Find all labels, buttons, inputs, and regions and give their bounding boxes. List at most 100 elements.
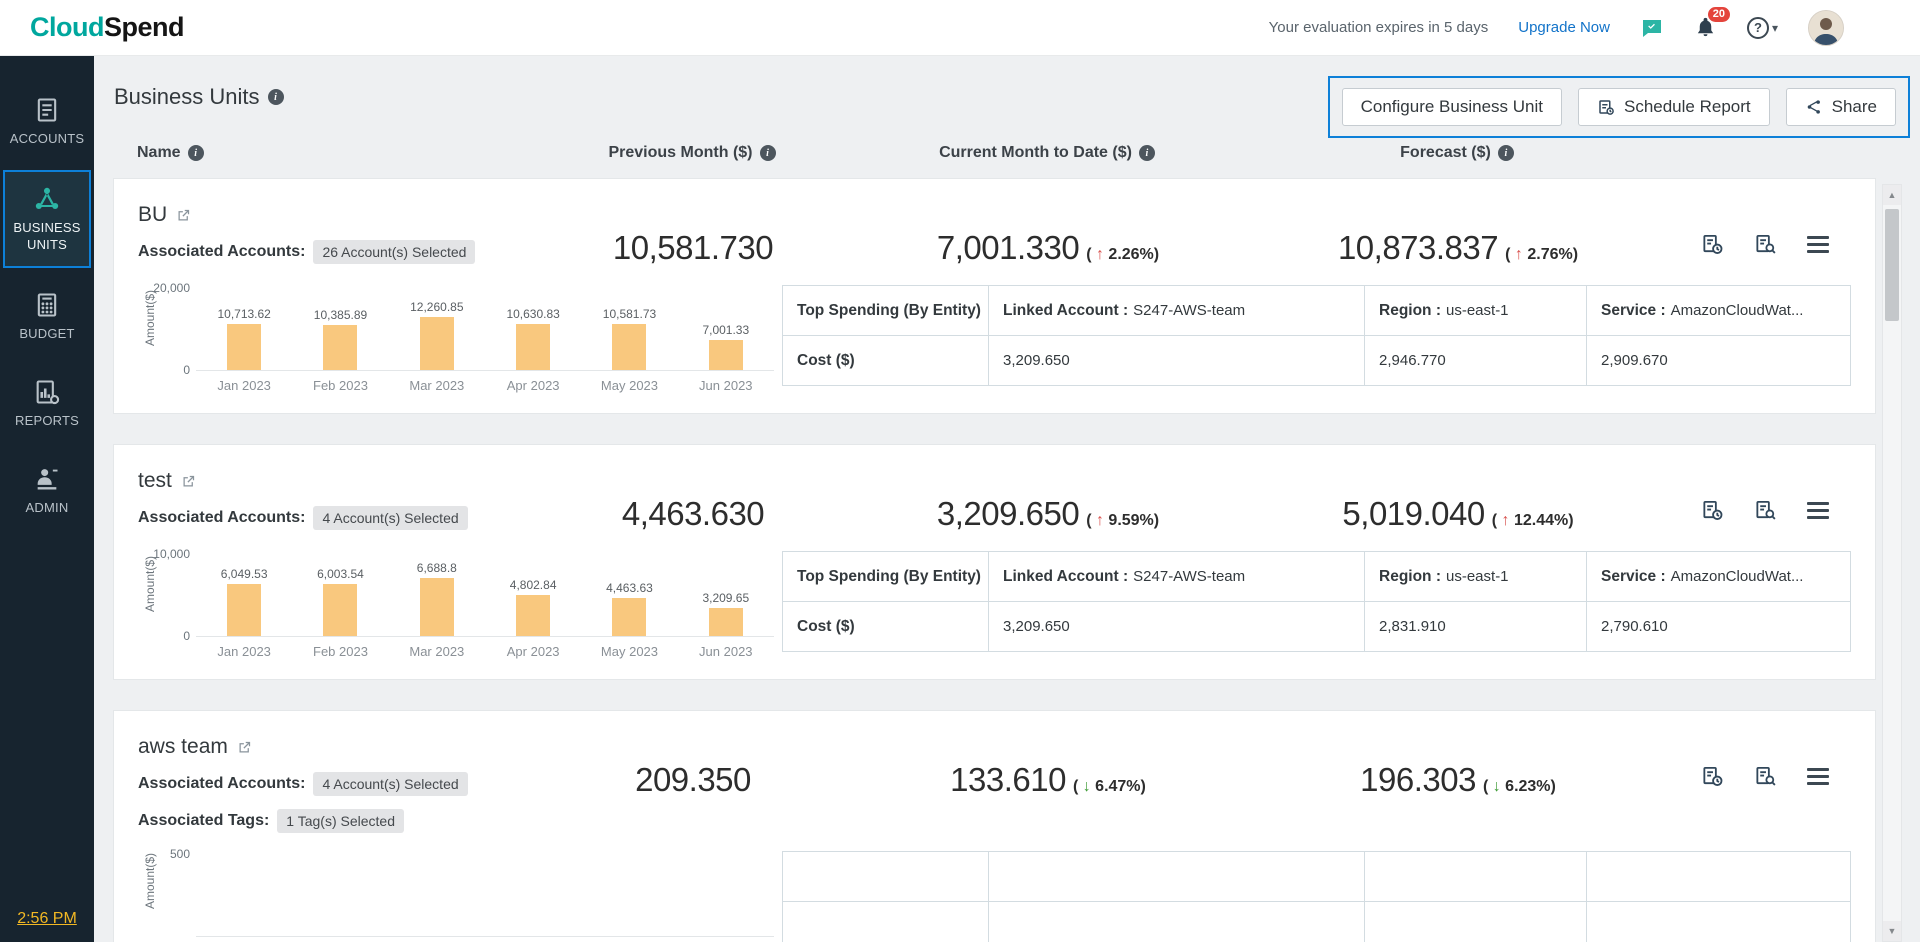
entity-header-cell: Service :AmazonCloudWat...: [1587, 286, 1851, 336]
chart-bar: [516, 324, 550, 370]
cost-value-cell: 2,790.610: [1587, 602, 1851, 652]
associated-tags-label: Associated Tags:: [138, 812, 269, 830]
chart-value-label: 6,049.53: [221, 567, 268, 581]
card-menu-icon[interactable]: [1807, 765, 1829, 788]
chart-value-label: 4,463.63: [606, 581, 653, 595]
accounts-selected-badge[interactable]: 4 Account(s) Selected: [313, 772, 467, 796]
entity-header-cell: Linked Account :S247-AWS-team: [989, 286, 1365, 336]
sidebar-item-business-units[interactable]: BUSINESS UNITS: [3, 170, 91, 268]
schedule-export-icon[interactable]: [1701, 233, 1724, 256]
cost-value-cell: 2,909.670: [1587, 336, 1851, 386]
upgrade-now-link[interactable]: Upgrade Now: [1518, 19, 1610, 36]
notifications-bell-icon[interactable]: 20: [1694, 16, 1717, 39]
entity-header-cell: Region :us-east-1: [1365, 286, 1587, 336]
logo-cloud: Cloud: [30, 12, 104, 42]
trend-down-icon: ↓: [1083, 778, 1091, 795]
business-unit-name[interactable]: aws team: [138, 735, 228, 759]
sidebar-item-accounts[interactable]: ACCOUNTS: [3, 83, 91, 160]
column-name: Name: [137, 144, 181, 162]
external-link-icon[interactable]: [176, 208, 191, 223]
business-unit-name[interactable]: BU: [138, 203, 167, 227]
help-menu[interactable]: ? ▾: [1747, 17, 1778, 39]
business-units-list: BU Associated Accounts: 26 Account(s) Se…: [113, 178, 1876, 942]
column-previous-month-info-icon[interactable]: i: [760, 145, 776, 161]
column-forecast-info-icon[interactable]: i: [1498, 145, 1514, 161]
view-report-icon[interactable]: [1754, 233, 1777, 256]
column-current-month-info-icon[interactable]: i: [1139, 145, 1155, 161]
schedule-export-icon[interactable]: [1701, 765, 1724, 788]
view-report-icon[interactable]: [1754, 765, 1777, 788]
notification-count-badge: 20: [1708, 7, 1730, 22]
chart-x-label: Jan 2023: [196, 637, 292, 659]
trend-up-icon: ↑: [1096, 512, 1104, 529]
business-unit-name[interactable]: test: [138, 469, 172, 493]
scrollbar[interactable]: ▲ ▼: [1882, 184, 1902, 942]
column-forecast: Forecast ($): [1400, 144, 1491, 162]
sidebar-item-reports[interactable]: REPORTS: [3, 365, 91, 442]
chart-y-min-tick: 0: [183, 363, 190, 377]
chart-value-label: 7,001.33: [702, 323, 749, 337]
empty-cell: [989, 902, 1365, 942]
chart-value-label: 10,713.62: [217, 307, 270, 321]
chart-bar: [612, 598, 646, 636]
card-menu-icon[interactable]: [1807, 499, 1829, 522]
chart-x-label: Mar 2023: [389, 637, 485, 659]
feedback-chat-icon[interactable]: [1640, 16, 1664, 40]
scroll-down-button[interactable]: ▼: [1883, 921, 1901, 941]
forecast-change: ( ↑ 2.76%): [1505, 246, 1578, 264]
top-spending-table: Top Spending (By Entity)Linked Account :…: [782, 551, 1851, 652]
share-icon: [1805, 98, 1823, 116]
sidebar-item-budget[interactable]: BUDGET: [3, 278, 91, 355]
user-avatar[interactable]: [1808, 10, 1844, 46]
chevron-down-icon: ▾: [1772, 21, 1778, 35]
configure-business-unit-button[interactable]: Configure Business Unit: [1342, 88, 1562, 126]
current-month-change: ( ↑ 2.26%): [1086, 246, 1159, 264]
associated-accounts-label: Associated Accounts:: [138, 509, 305, 527]
business-unit-card: test Associated Accounts: 4 Account(s) S…: [113, 444, 1876, 680]
cost-value-cell: 3,209.650: [989, 602, 1365, 652]
external-link-icon[interactable]: [181, 474, 196, 489]
chart-y-max-tick: 500: [170, 847, 190, 861]
view-report-icon[interactable]: [1754, 499, 1777, 522]
page-title-info-icon[interactable]: i: [268, 89, 284, 105]
page-actions-highlight-box: Configure Business Unit Schedule Report …: [1328, 76, 1910, 138]
associated-accounts-label: Associated Accounts:: [138, 243, 305, 261]
accounts-icon: [33, 96, 61, 124]
external-link-icon[interactable]: [237, 740, 252, 755]
chart-y-axis-label: Amount($): [143, 290, 157, 346]
scroll-up-button[interactable]: ▲: [1883, 185, 1901, 205]
accounts-selected-badge[interactable]: 4 Account(s) Selected: [313, 506, 467, 530]
chart-x-label: Mar 2023: [389, 371, 485, 393]
chart-value-label: 10,630.83: [506, 307, 559, 321]
scrollbar-thumb[interactable]: [1885, 209, 1899, 321]
chart-bar: [227, 324, 261, 370]
current-month-change: ( ↓ 6.47%): [1073, 778, 1146, 796]
card-menu-icon[interactable]: [1807, 233, 1829, 256]
top-spending-table: Top Spending (By Entity)Linked Account :…: [782, 285, 1851, 386]
configure-business-unit-label: Configure Business Unit: [1361, 97, 1543, 117]
scrollbar-track[interactable]: [1883, 205, 1901, 921]
sidebar-item-label: REPORTS: [15, 413, 79, 429]
forecast-value: 196.303: [1360, 761, 1476, 799]
tags-selected-badge[interactable]: 1 Tag(s) Selected: [277, 809, 404, 833]
schedule-report-button[interactable]: Schedule Report: [1578, 88, 1770, 126]
accounts-selected-badge[interactable]: 26 Account(s) Selected: [313, 240, 475, 264]
spend-bar-chart: Amount($) 10,000 0 6,049.536,003.546,688…: [138, 551, 774, 659]
schedule-export-icon[interactable]: [1701, 499, 1724, 522]
chart-y-axis-label: Amount($): [143, 556, 157, 612]
chart-x-label: Apr 2023: [485, 637, 581, 659]
sidebar-item-admin[interactable]: ADMIN: [3, 452, 91, 529]
chart-x-label: Feb 2023: [292, 637, 388, 659]
empty-cell: [1587, 902, 1851, 942]
app-header: CloudSpend Your evaluation expires in 5 …: [0, 0, 1920, 56]
chart-value-label: 3,209.65: [702, 591, 749, 605]
empty-cell: [783, 902, 989, 942]
column-name-info-icon[interactable]: i: [188, 145, 204, 161]
chart-x-label: Jun 2023: [678, 637, 774, 659]
apps-grid-icon[interactable]: [1874, 17, 1896, 39]
business-units-icon: [33, 185, 61, 213]
previous-month-value: 209.350: [635, 761, 751, 799]
associated-accounts-label: Associated Accounts:: [138, 775, 305, 793]
sidebar-item-label: BUDGET: [19, 326, 74, 342]
share-button[interactable]: Share: [1786, 88, 1896, 126]
